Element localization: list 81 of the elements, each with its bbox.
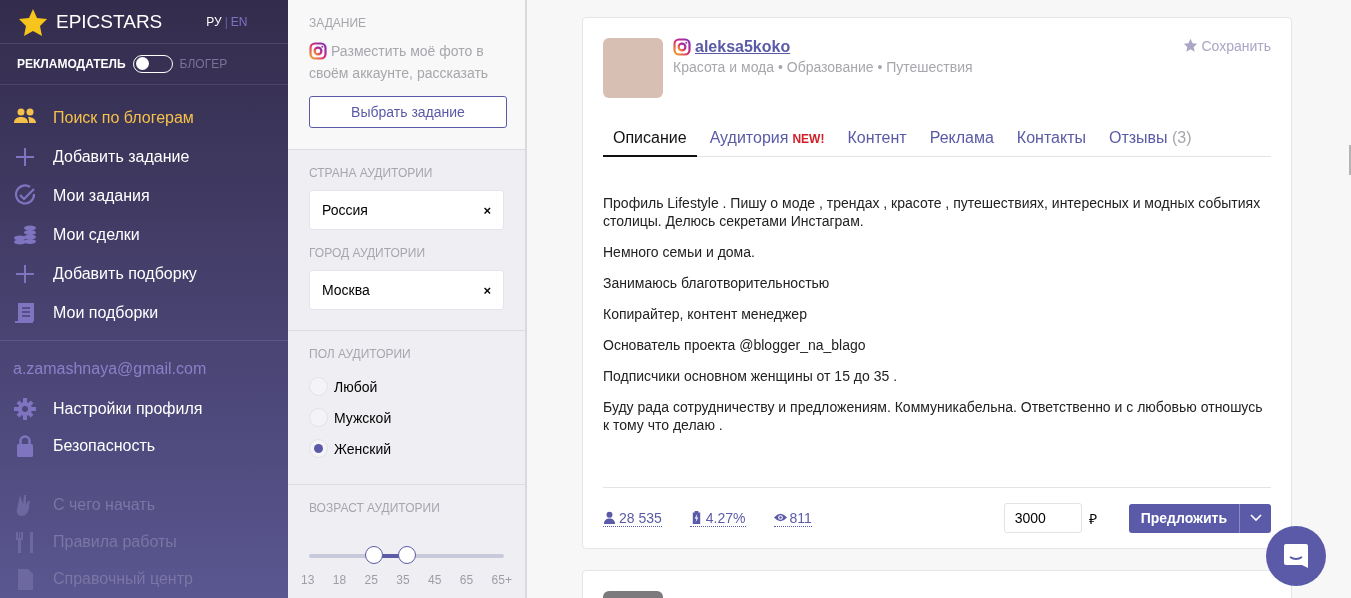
tab[interactable]: Контент: [837, 125, 917, 157]
categories: Красота и мода • Образование • Путешествия: [673, 59, 973, 75]
tab[interactable]: Отзывы (3): [1098, 125, 1202, 157]
gear-icon: [13, 396, 37, 421]
stat-link[interactable]: 811: [773, 509, 812, 527]
section-heading: ВОЗРАСТ АУДИТОРИИ: [309, 501, 441, 515]
description-paragraph: Подписчики основном женщины от 15 до 35 .: [603, 367, 899, 385]
user-email: a.zamashnaya@gmail.com: [12, 359, 208, 380]
person-icon: [603, 511, 616, 524]
tick-label: 65+: [491, 573, 512, 587]
currency-sign: ₽: [1088, 509, 1097, 528]
tick-label: 18: [332, 573, 347, 587]
radio-label: Любой: [334, 378, 378, 395]
tick-label: 25: [364, 573, 378, 587]
chat-button[interactable]: [1266, 526, 1326, 586]
stat-link[interactable]: 28 535: [603, 509, 662, 527]
nav-label: Поиск по блогерам: [53, 108, 194, 127]
nav-item[interactable]: Безопасность: [0, 427, 288, 465]
tab[interactable]: Реклама: [919, 125, 1004, 157]
section-heading: ПОЛ АУДИТОРИИ: [309, 347, 412, 361]
separator: |: [224, 14, 228, 29]
username-link[interactable]: aleksa5koko: [695, 38, 791, 56]
tab[interactable]: Контакты: [1006, 125, 1096, 157]
tick-label: 45: [428, 573, 442, 587]
price-input[interactable]: 3000: [1003, 503, 1082, 533]
tick-label: 35: [396, 573, 410, 587]
nav-item[interactable]: Мои подборки: [0, 293, 288, 333]
description-paragraph: Немного семьи и дома.: [603, 243, 756, 261]
select-field[interactable]: Москва ×: [309, 270, 504, 310]
section-heading: СТРАНА АУДИТОРИИ: [309, 166, 434, 180]
description-paragraph: Копирайтер, контент менеджер: [603, 305, 808, 323]
star-icon: [1183, 38, 1199, 53]
document-icon: [13, 300, 37, 325]
instagram-icon: [309, 42, 327, 60]
radio-label: Мужской: [334, 409, 392, 426]
description-paragraph: Основатель проекта @blogger_na_blago: [603, 336, 867, 354]
role-label: БЛОГЕР: [179, 57, 228, 72]
section-heading: ГОРОД АУДИТОРИИ: [309, 246, 427, 260]
description-paragraph: Буду рада сотрудничеству и предложениям. Коммуникабельна. Ответственно и с любовью отношусь к тому что делаю .: [603, 398, 1264, 434]
nav-label: Настройки профиля: [53, 399, 203, 418]
radio-label: Женский: [334, 440, 392, 457]
description-paragraph: Занимаюсь благотворительностью: [603, 274, 831, 292]
eye-icon: [773, 511, 787, 524]
photo-placeholder: [603, 38, 663, 98]
nav-item[interactable]: Добавить задание: [0, 137, 288, 177]
select-field[interactable]: Россия ×: [309, 190, 504, 230]
description-paragraph: Профиль Lifestyle . Пишу о моде , трендах , красоте , путешествиях, интересных и модных событиях столицы. Делюсь секретами Инстаграм.: [603, 194, 1262, 230]
offer-button[interactable]: Предложить: [1128, 503, 1239, 533]
task-description: Разместить моё фото в своём аккаунте, рассказать: [309, 41, 490, 83]
tick-label: 65: [459, 573, 474, 587]
slider-thumb[interactable]: [397, 546, 416, 564]
radio-button[interactable]: [309, 439, 328, 458]
tick-label: 13: [301, 573, 315, 587]
tab[interactable]: Аудитория NEW!: [699, 125, 835, 157]
nav-label: Мои сделки: [53, 225, 140, 244]
nav-label: Мои задания: [53, 186, 150, 205]
instagram-icon: [673, 38, 691, 56]
clear-button[interactable]: ×: [483, 202, 491, 218]
tab[interactable]: Описание: [603, 125, 697, 157]
star-logo-icon: [18, 7, 48, 36]
slider-thumb[interactable]: [364, 546, 383, 564]
nav-item[interactable]: Мои сделки: [0, 215, 288, 255]
nav-item[interactable]: Поиск по блогерам: [0, 98, 288, 138]
chevron-down-icon: [1249, 514, 1262, 522]
choose-task-button[interactable]: Выбрать задание: [309, 96, 507, 128]
nav-label: Безопасность: [53, 437, 156, 456]
nav-label: Добавить задание: [53, 147, 190, 166]
dropdown-button[interactable]: [1239, 503, 1271, 533]
section-heading: ЗАДАНИЕ: [309, 16, 368, 30]
nav-item[interactable]: Настройки профиля: [0, 390, 288, 428]
clear-button[interactable]: ×: [483, 282, 491, 298]
chat-icon: [1282, 542, 1310, 570]
nav-item[interactable]: Мои задания: [0, 176, 288, 216]
stat-link[interactable]: 4.27%: [689, 509, 746, 527]
logo-text: EPICSTARS: [56, 10, 163, 33]
check-circle-icon: [13, 183, 37, 208]
language-link[interactable]: РУ: [206, 14, 222, 29]
nav-item[interactable]: Добавить подборку: [0, 254, 288, 294]
nav-label: Добавить подборку: [53, 264, 197, 283]
nav-label: Мои подборки: [53, 303, 159, 322]
role-label: РЕКЛАМОДАТЕЛЬ: [17, 57, 126, 72]
